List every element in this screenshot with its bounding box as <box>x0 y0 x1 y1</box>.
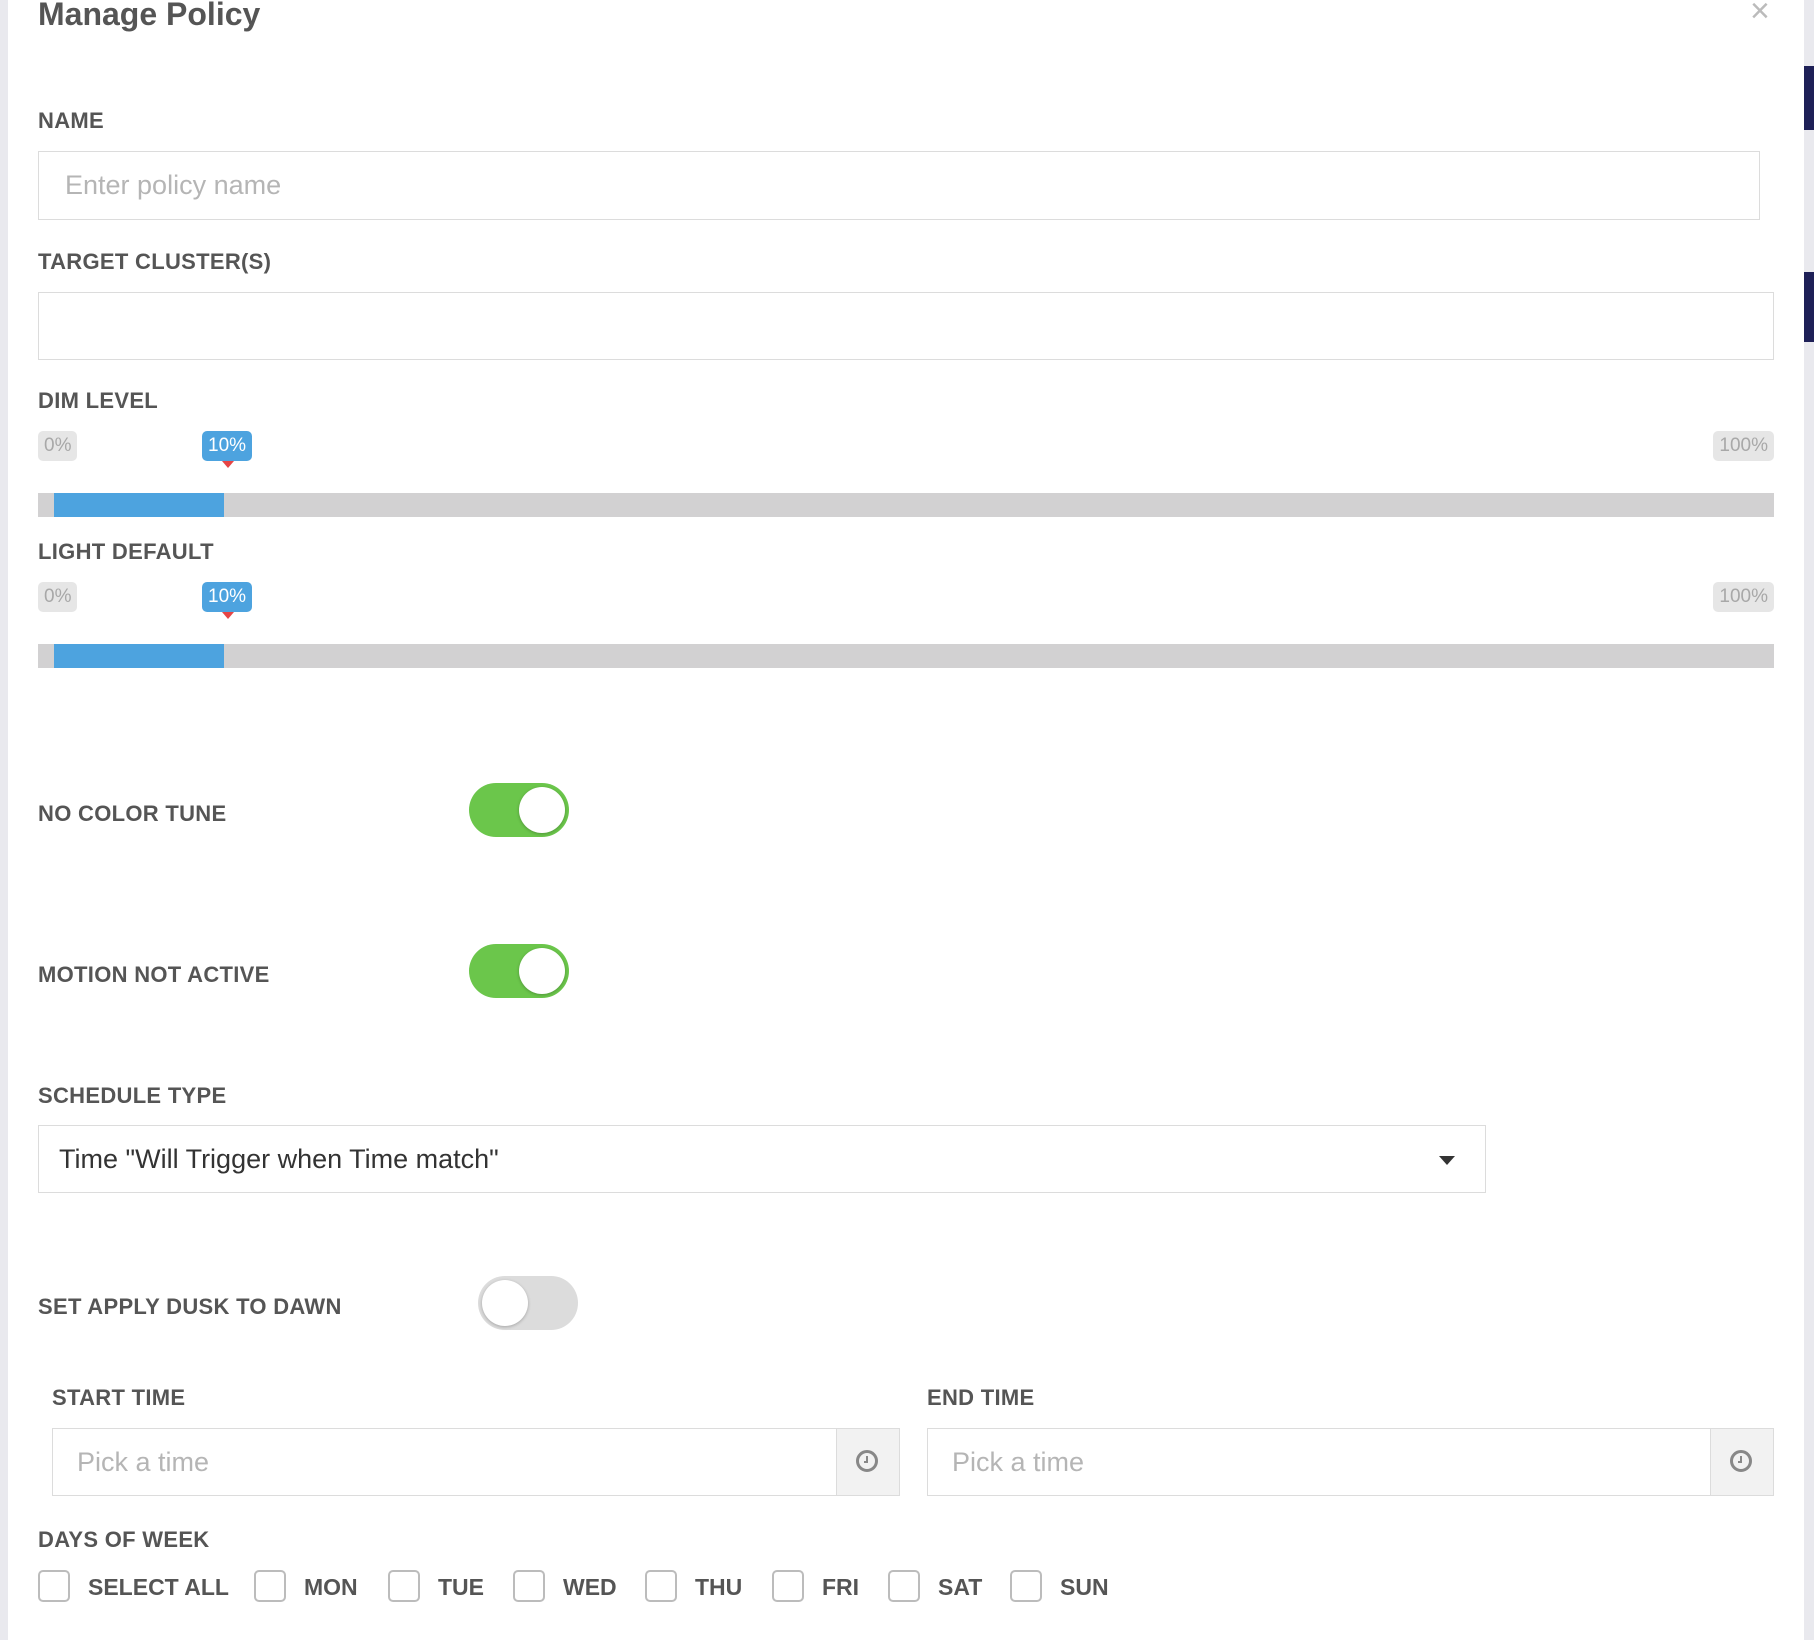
schedule-type-value: Time "Will Trigger when Time match" <box>59 1144 499 1174</box>
day-label: MON <box>304 1574 358 1600</box>
motion-not-active-toggle[interactable] <box>469 944 569 998</box>
slider-fill <box>54 644 225 668</box>
motion-not-active-label: MOTION NOT ACTIVE <box>38 962 270 987</box>
checkbox[interactable] <box>513 1570 545 1602</box>
policy-name-input[interactable] <box>38 151 1760 220</box>
backdrop-left-edge <box>0 0 8 1640</box>
day-label: THU <box>695 1574 743 1600</box>
checkbox[interactable] <box>38 1570 70 1602</box>
slider-value-label: 10% <box>202 582 253 612</box>
dusk-to-dawn-label: SET APPLY DUSK TO DAWN <box>38 1294 342 1319</box>
slider-track[interactable] <box>38 493 1774 517</box>
light-default-slider[interactable]: 0% 10% 100% <box>38 582 1774 668</box>
toggle-knob <box>482 1280 528 1326</box>
slider-fill <box>54 493 225 517</box>
toggle-knob <box>519 787 565 833</box>
schedule-type-select[interactable]: Time "Will Trigger when Time match" <box>38 1125 1486 1193</box>
backdrop-nav-block-2 <box>1804 272 1814 342</box>
start-time-input[interactable] <box>52 1428 837 1496</box>
dim-level-slider[interactable]: 0% 10% 100% <box>38 431 1774 517</box>
target-clusters-multiselect[interactable] <box>38 292 1774 360</box>
light-default-label: LIGHT DEFAULT <box>38 539 214 564</box>
start-time-picker <box>52 1428 900 1496</box>
name-label: NAME <box>38 108 104 133</box>
dusk-to-dawn-toggle[interactable] <box>478 1276 578 1330</box>
slider-max-label: 100% <box>1713 431 1774 461</box>
day-label: SUN <box>1060 1574 1109 1600</box>
backdrop-right-edge <box>1804 0 1814 1640</box>
close-icon[interactable]: × <box>1750 0 1770 28</box>
slider-min-label: 0% <box>38 431 78 461</box>
checkbox[interactable] <box>772 1570 804 1602</box>
checkbox[interactable] <box>888 1570 920 1602</box>
manage-policy-modal: Manage Policy × NAME TARGET CLUSTER(S) D… <box>8 0 1804 1640</box>
day-label: SAT <box>938 1574 983 1600</box>
dim-level-label: DIM LEVEL <box>38 388 159 413</box>
no-color-tune-label: NO COLOR TUNE <box>38 801 227 826</box>
checkbox[interactable] <box>1010 1570 1042 1602</box>
slider-min-label: 0% <box>38 582 78 612</box>
clock-icon <box>1730 1450 1752 1472</box>
no-color-tune-toggle[interactable] <box>469 783 569 837</box>
toggle-knob <box>519 948 565 994</box>
slider-max-label: 100% <box>1713 582 1774 612</box>
slider-value-label: 10% <box>202 431 253 461</box>
end-time-input[interactable] <box>927 1428 1711 1496</box>
checkbox[interactable] <box>645 1570 677 1602</box>
backdrop-nav-block <box>1804 66 1814 130</box>
modal-title: Manage Policy <box>38 0 261 32</box>
end-time-clock-button[interactable] <box>1710 1428 1774 1496</box>
slider-track[interactable] <box>38 644 1774 668</box>
clock-icon <box>856 1450 878 1472</box>
schedule-type-label: SCHEDULE TYPE <box>38 1083 227 1108</box>
day-label: TUE <box>438 1574 484 1600</box>
checkbox[interactable] <box>388 1570 420 1602</box>
caret-down-icon <box>1439 1156 1455 1165</box>
target-clusters-label: TARGET CLUSTER(S) <box>38 249 272 274</box>
slider-pointer <box>222 461 234 468</box>
checkbox[interactable] <box>254 1570 286 1602</box>
slider-pointer <box>222 612 234 619</box>
start-time-clock-button[interactable] <box>836 1428 900 1496</box>
start-time-label: START TIME <box>52 1385 186 1410</box>
end-time-picker <box>927 1428 1774 1496</box>
day-label: FRI <box>822 1574 860 1600</box>
days-of-week-label: DAYS OF WEEK <box>38 1527 210 1552</box>
day-label: SELECT ALL <box>88 1574 229 1600</box>
day-label: WED <box>563 1574 617 1600</box>
end-time-label: END TIME <box>927 1385 1035 1410</box>
